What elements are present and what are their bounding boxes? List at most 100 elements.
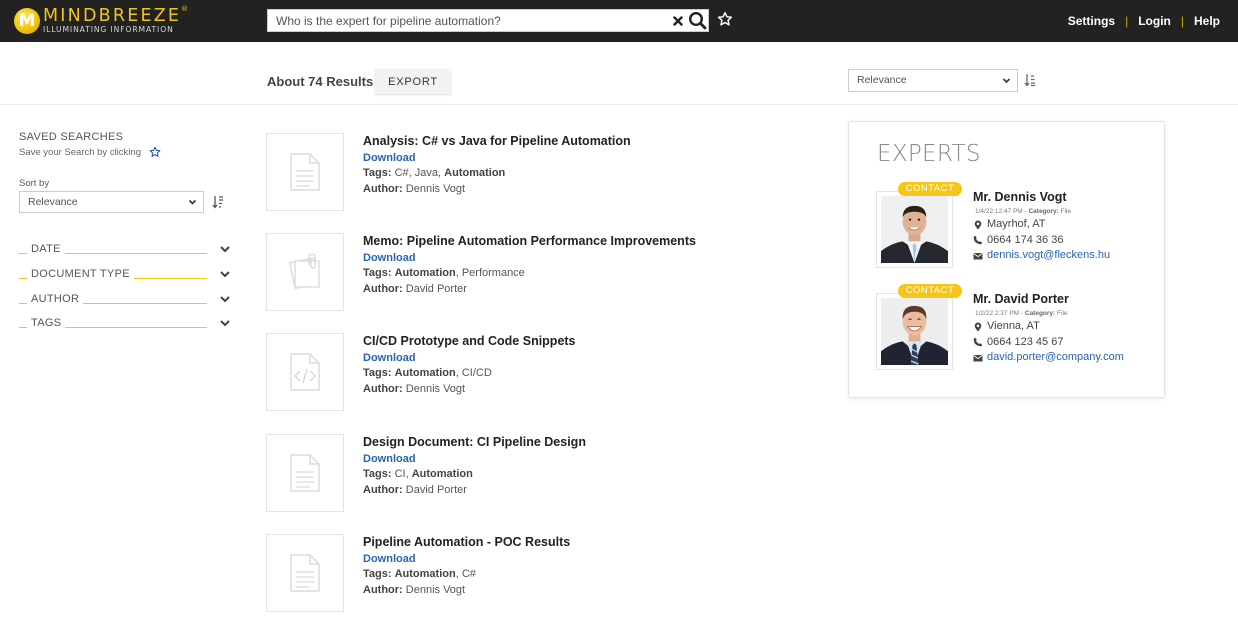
result-title-link[interactable]: Analysis: C# vs Java for Pipeline Automa… [363, 133, 631, 149]
facet-divider [64, 253, 207, 255]
result-thumbnail[interactable] [266, 434, 344, 512]
expert-location: Mayrhof, AT [973, 217, 1110, 233]
search-input[interactable] [268, 10, 663, 31]
expert-name[interactable]: Mr. David Porter [973, 291, 1124, 307]
expert-card: CONTACT Mr. David Porter 1/2/22 2:37 PM … [876, 284, 1156, 374]
facet-label: TAGS [31, 317, 62, 330]
nav-login-link[interactable]: Login [1138, 14, 1171, 28]
sort-selected-value: Relevance [28, 196, 78, 208]
expert-email-link[interactable]: dennis.vogt@fleckens.hu [987, 248, 1110, 264]
download-link[interactable]: Download [363, 451, 586, 467]
facet-divider [83, 302, 207, 304]
facet-label: DATE [31, 243, 61, 256]
facet-label: AUTHOR [31, 292, 80, 305]
save-search-button[interactable] [717, 11, 735, 29]
document-icon [290, 454, 320, 492]
result-item: CI/CD Prototype and Code Snippets Downlo… [266, 333, 826, 413]
experts-panel: EXPERTS CONTACT Mr. Dennis Vogt 1/4/22 1… [848, 121, 1165, 398]
expert-photo[interactable] [876, 191, 953, 268]
result-title-link[interactable]: Design Document: CI Pipeline Design [363, 434, 586, 450]
facet-label: DOCUMENT TYPE [31, 268, 130, 281]
expert-email-link[interactable]: david.porter@company.com [987, 350, 1124, 366]
phone-icon [973, 338, 983, 347]
facet-author[interactable]: AUTHOR [19, 286, 231, 311]
chevron-down-icon [1002, 70, 1011, 99]
search-icon [688, 11, 707, 30]
saved-searches-hint: Save your Search by clicking [19, 146, 161, 158]
result-title-link[interactable]: Memo: Pipeline Automation Performance Im… [363, 233, 696, 249]
sort-select-sidebar[interactable]: Relevance [19, 191, 204, 213]
result-thumbnail[interactable] [266, 233, 344, 311]
chevron-down-icon [220, 246, 230, 253]
download-link[interactable]: Download [363, 551, 570, 567]
facet-date[interactable]: DATE [19, 237, 231, 262]
result-author: Author: David Porter [363, 282, 467, 295]
nav-separator: | [1125, 14, 1129, 28]
result-item: Memo: Pipeline Automation Performance Im… [266, 233, 826, 313]
facet-document-type[interactable]: DOCUMENT TYPE [19, 262, 231, 287]
result-author: Author: Dennis Vogt [363, 382, 466, 395]
nav-separator: | [1180, 14, 1184, 28]
export-button[interactable]: EXPORT [375, 69, 451, 94]
expert-phone: 0664 174 36 36 [973, 233, 1110, 249]
result-tags: Tags: Automation, Performance [363, 267, 525, 279]
map-marker-icon [974, 322, 982, 332]
expert-location: Vienna, AT [973, 319, 1124, 335]
facet-tags[interactable]: TAGS [19, 311, 231, 336]
result-thumbnail[interactable] [266, 333, 344, 411]
search-box [267, 9, 709, 32]
result-tags: Tags: CI, Automation [363, 468, 473, 480]
result-item: Design Document: CI Pipeline Design Down… [266, 434, 826, 514]
results-count: About 74 Results [267, 74, 374, 89]
sort-direction-button[interactable] [1024, 73, 1036, 87]
mindbreeze-logo[interactable]: M MINDBREEZE ® ILLUMINATING INFORMATION [14, 4, 191, 36]
result-author: Author: Dennis Vogt [363, 182, 466, 195]
expert-card: CONTACT Mr. Dennis Vogt 1/4/22 12:47 PM … [876, 182, 1156, 272]
facet-divider [19, 327, 27, 329]
clear-search-button[interactable] [671, 12, 685, 29]
chevron-down-icon [220, 296, 230, 303]
result-author: Author: David Porter [363, 483, 467, 496]
result-tags: Tags: Automation, CI/CD [363, 367, 492, 379]
sort-select-top[interactable]: Relevance [848, 69, 1018, 92]
result-item: Pipeline Automation - POC Results Downlo… [266, 534, 826, 614]
close-icon [673, 16, 683, 26]
result-tags: Tags: Automation, C# [363, 568, 476, 580]
result-title-link[interactable]: CI/CD Prototype and Code Snippets [363, 333, 576, 349]
nav-settings-link[interactable]: Settings [1068, 14, 1115, 28]
logo-name: MINDBREEZE ® [43, 4, 191, 26]
person-photo-icon [881, 298, 948, 365]
expert-photo[interactable] [876, 293, 953, 370]
result-item: Analysis: C# vs Java for Pipeline Automa… [266, 133, 826, 213]
sort-ascending-icon [1024, 74, 1035, 87]
memo-icon [288, 253, 320, 290]
saved-searches-title: SAVED SEARCHES [19, 131, 124, 143]
result-thumbnail[interactable] [266, 133, 344, 211]
result-thumbnail[interactable] [266, 534, 344, 612]
logo-tagline: ILLUMINATING INFORMATION [43, 25, 174, 35]
chevron-down-icon [220, 271, 230, 278]
contact-button[interactable]: CONTACT [898, 182, 962, 196]
facet-divider [65, 327, 207, 329]
envelope-icon [973, 252, 983, 260]
save-search-star-button[interactable] [149, 146, 161, 158]
saved-searches-hint-text: Save your Search by clicking [19, 146, 141, 158]
expert-meta: 1/2/22 2:37 PM - Category: File [975, 310, 1068, 317]
star-outline-icon [149, 146, 161, 157]
nav-help-link[interactable]: Help [1194, 14, 1220, 28]
facet-list: DATE DOCUMENT TYPE AUTHOR TAGS [19, 237, 231, 336]
chevron-down-icon [188, 192, 197, 220]
expert-name[interactable]: Mr. Dennis Vogt [973, 189, 1110, 205]
sort-direction-button-sidebar[interactable] [212, 195, 224, 209]
download-link[interactable]: Download [363, 150, 631, 166]
contact-button[interactable]: CONTACT [898, 284, 962, 298]
search-button[interactable] [688, 11, 708, 30]
result-title-link[interactable]: Pipeline Automation - POC Results [363, 534, 570, 550]
expert-email: david.porter@company.com [973, 350, 1124, 366]
facet-divider [19, 253, 27, 255]
code-file-icon [290, 353, 320, 391]
download-link[interactable]: Download [363, 250, 696, 266]
expert-meta: 1/4/22 12:47 PM - Category: File [975, 208, 1072, 215]
top-nav: Settings | Login | Help [1068, 14, 1220, 28]
download-link[interactable]: Download [363, 350, 576, 366]
